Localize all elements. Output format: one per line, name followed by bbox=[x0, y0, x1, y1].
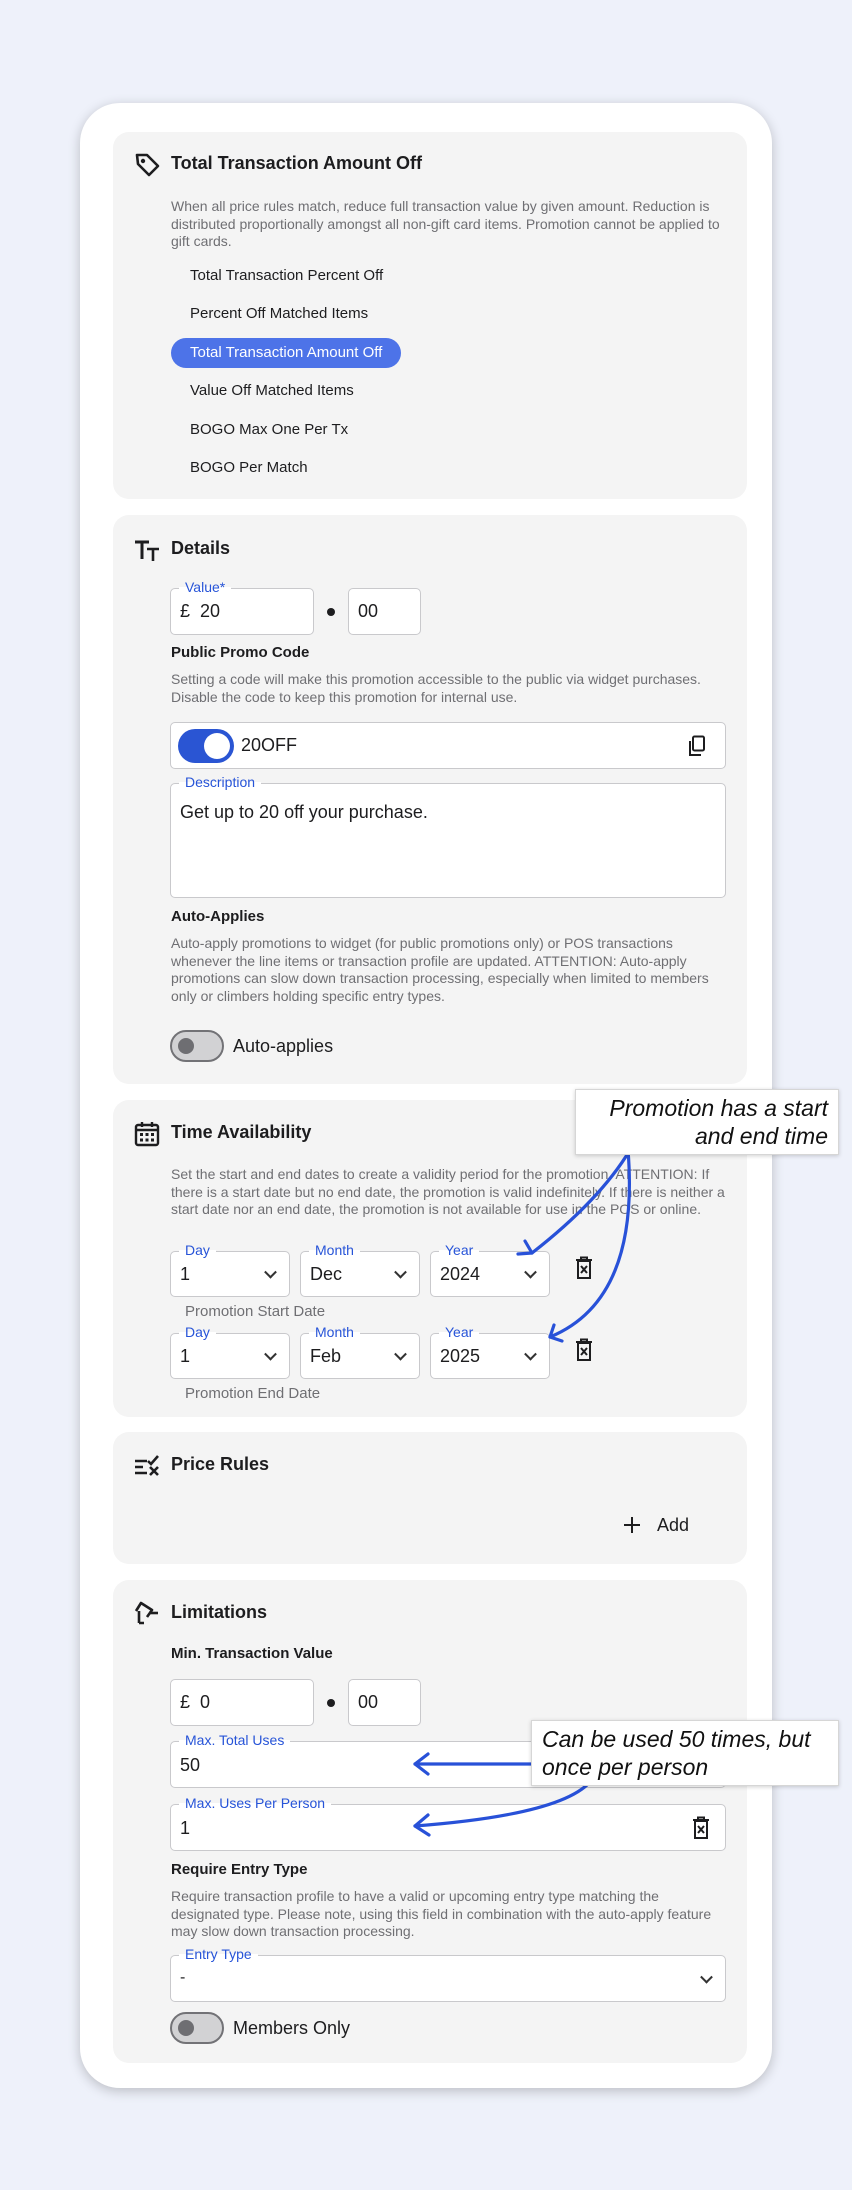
promo-code-value[interactable]: 20OFF bbox=[241, 735, 297, 756]
details-title: Details bbox=[171, 538, 231, 558]
promotion-type-option[interactable]: BOGO Per Match bbox=[171, 453, 327, 483]
start-month-value: Dec bbox=[310, 1264, 343, 1284]
auto-applies-toggle[interactable] bbox=[170, 1030, 224, 1062]
text-size-icon bbox=[135, 540, 159, 561]
value-cents-input[interactable]: 00 bbox=[348, 588, 421, 635]
entry-type-select[interactable]: Entry Type - bbox=[170, 1946, 726, 2002]
auto-applies-help: Auto-apply promotions to widget (for pub… bbox=[171, 935, 709, 1004]
promo-code-heading: Public Promo Code bbox=[171, 644, 310, 661]
limit-icon bbox=[134, 1601, 158, 1625]
start-year-select[interactable]: Year 2024 bbox=[430, 1242, 550, 1297]
end-day-label: Day bbox=[179, 1324, 216, 1340]
promotion-type-section: Total Transaction Amount Off When all pr… bbox=[113, 132, 747, 499]
min-value-cents-input[interactable]: 00 bbox=[348, 1679, 421, 1726]
promotion-type-option[interactable]: BOGO Max One Per Tx bbox=[171, 415, 367, 445]
chevron-down-icon bbox=[700, 1970, 713, 1984]
min-value-whole-input[interactable]: £ 0 bbox=[170, 1679, 314, 1726]
end-date-caption: Promotion End Date bbox=[185, 1385, 321, 1402]
value-whole-input[interactable]: Value* £ 20 bbox=[170, 579, 314, 635]
start-year-label: Year bbox=[439, 1242, 480, 1258]
promotion-type-option[interactable]: Total Transaction Percent Off bbox=[171, 261, 402, 291]
min-value-whole: 0 bbox=[200, 1692, 211, 1712]
limitations-section: Limitations Min. Transaction Value £ 0 0… bbox=[113, 1580, 747, 2063]
chevron-down-icon bbox=[524, 1347, 537, 1361]
promotion-type-option[interactable]: Value Off Matched Items bbox=[171, 376, 373, 406]
value-whole: 20 bbox=[200, 601, 221, 621]
start-month-select[interactable]: Month Dec bbox=[300, 1242, 420, 1297]
add-price-rule-label: Add bbox=[657, 1515, 690, 1535]
end-year-label: Year bbox=[439, 1324, 480, 1340]
chevron-down-icon bbox=[264, 1265, 277, 1279]
promo-code-toggle[interactable] bbox=[178, 729, 234, 763]
details-section: Details Value* £ 20 00 Public Promo Code… bbox=[113, 515, 747, 1084]
members-only-toggle[interactable] bbox=[170, 2012, 224, 2044]
price-rules-title: Price Rules bbox=[171, 1454, 270, 1474]
chevron-down-icon bbox=[394, 1265, 407, 1279]
end-month-select[interactable]: Month Feb bbox=[300, 1324, 420, 1379]
start-date-caption: Promotion Start Date bbox=[185, 1303, 326, 1320]
tag-icon bbox=[135, 153, 160, 177]
promotion-type-title: Total Transaction Amount Off bbox=[171, 153, 422, 173]
end-year-select[interactable]: Year 2025 bbox=[430, 1324, 550, 1379]
time-availability-callout: Promotion has a start and end time bbox=[575, 1089, 839, 1155]
end-month-value: Feb bbox=[310, 1346, 342, 1366]
price-rules-section: Price Rules Add bbox=[113, 1432, 747, 1564]
max-uses-per-person-input[interactable]: Max. Uses Per Person 1 bbox=[170, 1795, 726, 1851]
value-label: Value* bbox=[179, 579, 232, 595]
end-year-value: 2025 bbox=[440, 1346, 481, 1366]
value-cents: 00 bbox=[358, 601, 379, 621]
toggle-knob bbox=[204, 733, 230, 759]
time-availability-help: Set the start and end dates to create a … bbox=[171, 1166, 725, 1217]
auto-applies-heading: Auto-Applies bbox=[171, 908, 265, 925]
end-day-select[interactable]: Day 1 bbox=[170, 1324, 290, 1379]
start-month-label: Month bbox=[309, 1242, 360, 1258]
chevron-down-icon bbox=[394, 1347, 407, 1361]
copy-icon[interactable] bbox=[687, 735, 707, 757]
plus-icon bbox=[624, 1517, 640, 1533]
max-total-uses-label: Max. Total Uses bbox=[179, 1732, 291, 1748]
entry-type-heading: Require Entry Type bbox=[171, 1861, 308, 1878]
max-uses-per-person-label: Max. Uses Per Person bbox=[179, 1795, 332, 1811]
min-value-currency: £ bbox=[180, 1692, 191, 1712]
max-uses-per-person-value: 1 bbox=[180, 1818, 191, 1838]
min-value-heading: Min. Transaction Value bbox=[171, 1645, 333, 1662]
limitations-title: Limitations bbox=[171, 1602, 268, 1622]
clear-end-date-icon[interactable] bbox=[574, 1338, 594, 1362]
min-value-cents: 00 bbox=[358, 1692, 379, 1712]
time-availability-title: Time Availability bbox=[171, 1122, 312, 1142]
end-day-value: 1 bbox=[180, 1346, 191, 1366]
rules-icon bbox=[135, 1455, 159, 1476]
entry-type-help: Require transaction profile to have a va… bbox=[171, 1888, 712, 1939]
members-only-label: Members Only bbox=[233, 2018, 351, 2038]
value-currency: £ bbox=[180, 601, 191, 621]
calendar-icon bbox=[134, 1122, 160, 1147]
add-price-rule-button[interactable]: Add bbox=[623, 1508, 713, 1542]
start-day-value: 1 bbox=[180, 1264, 191, 1284]
clear-start-date-icon[interactable] bbox=[574, 1256, 594, 1280]
toggle-knob bbox=[178, 2020, 194, 2036]
start-day-label: Day bbox=[179, 1242, 216, 1258]
clear-max-uses-per-person-icon[interactable] bbox=[691, 1816, 711, 1840]
toggle-knob bbox=[178, 1038, 194, 1054]
description-textarea[interactable]: Description Get up to 20 off your purcha… bbox=[170, 774, 726, 898]
entry-type-label: Entry Type bbox=[179, 1946, 258, 1962]
chevron-down-icon bbox=[524, 1265, 537, 1279]
promo-code-field: 20OFF bbox=[170, 722, 726, 769]
start-day-select[interactable]: Day 1 bbox=[170, 1242, 290, 1297]
chevron-down-icon bbox=[264, 1347, 277, 1361]
promotion-type-option[interactable]: Percent Off Matched Items bbox=[171, 299, 387, 329]
max-total-uses-value: 50 bbox=[180, 1755, 201, 1775]
promotion-type-option[interactable]: Total Transaction Amount Off bbox=[171, 337, 402, 368]
description-label: Description bbox=[179, 774, 262, 790]
promo-code-help: Setting a code will make this promotion … bbox=[171, 671, 701, 705]
start-year-value: 2024 bbox=[440, 1264, 481, 1284]
end-month-label: Month bbox=[309, 1324, 360, 1340]
promotion-type-description: When all price rules match, reduce full … bbox=[171, 198, 720, 249]
decimal-separator bbox=[327, 608, 335, 616]
uses-limit-callout: Can be used 50 times, but once per perso… bbox=[531, 1720, 839, 1786]
entry-type-value: - bbox=[180, 1969, 186, 1986]
description-value: Get up to 20 off your purchase. bbox=[180, 802, 428, 822]
auto-applies-label: Auto-applies bbox=[233, 1036, 334, 1056]
decimal-separator bbox=[327, 1699, 335, 1707]
